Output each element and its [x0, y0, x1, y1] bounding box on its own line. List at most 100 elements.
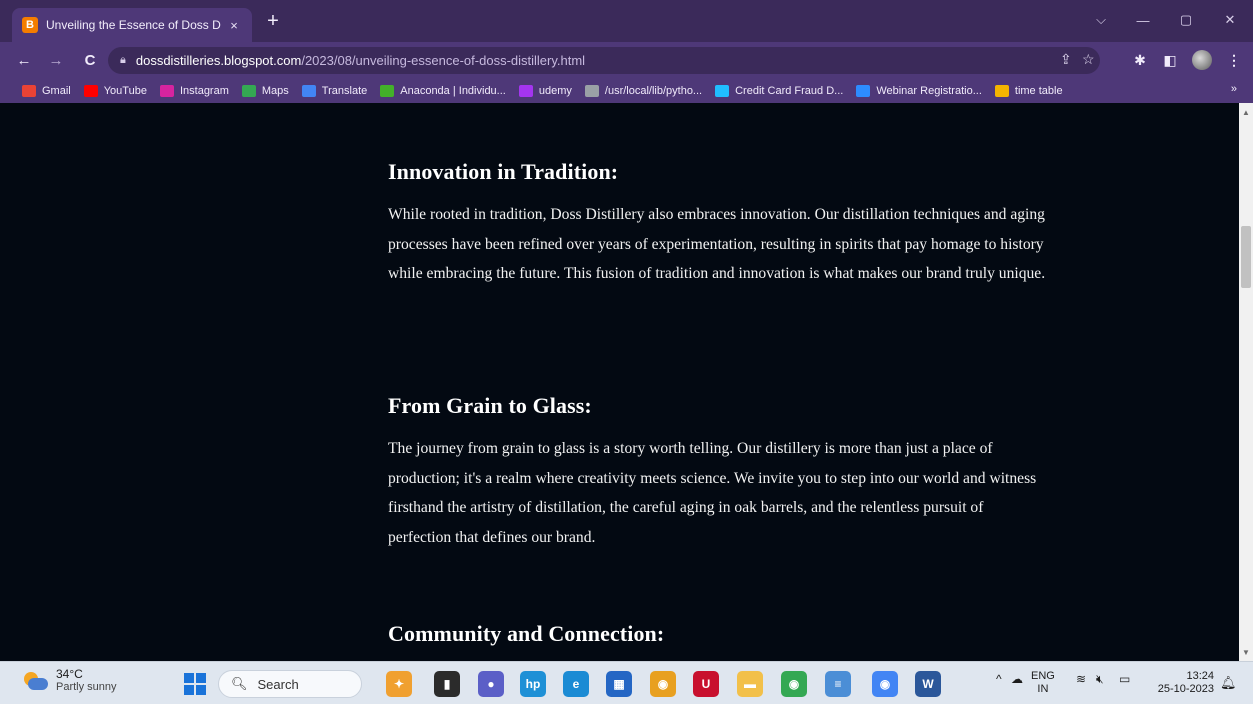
search-icon: 🔍︎ — [231, 676, 248, 691]
extensions-puzzle-icon[interactable]: ✱ — [1130, 50, 1150, 70]
bookmark-item[interactable]: Maps — [241, 84, 289, 97]
chrome-app-2-icon[interactable]: ◉ — [781, 671, 807, 697]
section-heading: Innovation in Tradition: — [388, 159, 619, 184]
bookmark-label: Instagram — [179, 84, 229, 97]
myhp-app-icon[interactable]: hp — [520, 671, 546, 697]
word-app-icon[interactable]: W — [915, 671, 941, 697]
section-heading: Community and Connection: — [388, 621, 665, 646]
bookmark-favicon-icon — [380, 84, 395, 97]
bookmark-favicon-icon — [715, 84, 730, 97]
task-view-icon[interactable]: ▮ — [434, 671, 460, 697]
input-language-indicator[interactable]: ENG IN — [1031, 670, 1055, 696]
scrollbar-thumb[interactable] — [1241, 226, 1251, 288]
bookmark-label: Anaconda | Individu... — [400, 84, 506, 97]
tab-search-dropdown-icon[interactable]: ⌵ — [1083, 8, 1119, 32]
forward-button[interactable]: → — [44, 48, 68, 72]
reload-button[interactable]: C — [78, 48, 102, 72]
article-section: Innovation in Tradition: While rooted in… — [388, 159, 1048, 289]
bookmark-item[interactable]: Anaconda | Individu... — [380, 84, 506, 97]
bookmark-favicon-icon — [159, 84, 174, 97]
wifi-icon[interactable]: ≋ — [1076, 672, 1086, 686]
notepad-app-icon[interactable]: ≡ — [825, 671, 851, 697]
store-app-icon[interactable]: ▦ — [606, 671, 632, 697]
bookmark-item[interactable]: Credit Card Fraud D... — [715, 84, 843, 97]
chrome-app-3-icon[interactable]: ◉ — [872, 671, 898, 697]
battery-icon[interactable]: ▭ — [1119, 672, 1130, 686]
bookmark-label: Webinar Registratio... — [876, 84, 982, 97]
bookmark-label: Maps — [261, 84, 289, 97]
partly-sunny-icon — [22, 670, 48, 692]
region-code: IN — [1037, 683, 1049, 695]
browser-toolbar: ← → C 🔒︎ dossdistilleries.blogspot.com/2… — [0, 42, 1253, 78]
bookmark-item[interactable]: Webinar Registratio... — [856, 84, 982, 97]
bookmark-favicon-icon — [83, 84, 98, 97]
bookmark-item[interactable]: Translate — [301, 84, 368, 97]
weather-widget[interactable]: 34°C Partly sunny — [22, 668, 117, 694]
article-section: Community and Connection: — [388, 621, 1048, 647]
widgets-app-icon[interactable]: ✦ — [386, 671, 412, 697]
edge-browser-icon[interactable]: e — [563, 671, 589, 697]
active-tab[interactable]: B Unveiling the Essence of Doss D × — [12, 8, 252, 42]
bookmark-label: /usr/local/lib/pytho... — [604, 84, 703, 97]
bookmark-favicon-icon — [241, 84, 256, 97]
bookmark-favicon-icon — [22, 84, 36, 97]
bookmark-label: udemy — [538, 84, 572, 97]
bookmark-label: YouTube — [103, 84, 147, 97]
weather-condition-text: Partly sunny — [56, 681, 117, 693]
clock-time: 13:24 — [1186, 670, 1214, 682]
blogger-favicon-icon: B — [22, 17, 38, 33]
minimize-button[interactable]: — — [1125, 8, 1161, 32]
tab-close-icon[interactable]: × — [226, 18, 242, 33]
bookmark-item[interactable]: Instagram — [159, 84, 229, 97]
restore-button[interactable]: ▢ — [1168, 8, 1204, 32]
bookmark-item[interactable]: time table — [994, 84, 1063, 97]
file-explorer-icon[interactable]: ▬ — [737, 671, 763, 697]
url-host: dossdistilleries.blogspot.com — [135, 53, 302, 68]
mcafee-app-icon[interactable]: U — [693, 671, 719, 697]
side-panel-icon[interactable]: ◧ — [1160, 50, 1180, 70]
address-bar[interactable]: 🔒︎ dossdistilleries.blogspot.com/2023/08… — [108, 47, 1100, 74]
system-clock[interactable]: 13:24 25-10-2023 — [1150, 670, 1214, 696]
clock-date: 25-10-2023 — [1157, 683, 1214, 695]
taskbar-search-box[interactable]: 🔍︎ Search — [218, 670, 362, 698]
close-window-button[interactable]: ✕ — [1212, 8, 1248, 32]
share-icon[interactable]: ⇪ — [1060, 51, 1072, 68]
chrome-app-1-icon[interactable]: ◉ — [650, 671, 676, 697]
bookmark-item[interactable]: /usr/local/lib/pytho... — [584, 84, 703, 97]
page-content: Innovation in Tradition: While rooted in… — [0, 103, 1239, 661]
chat-app-icon[interactable]: ● — [478, 671, 504, 697]
tab-title: Unveiling the Essence of Doss D — [46, 18, 221, 32]
bookmark-label: time table — [1014, 84, 1063, 97]
bookmark-item[interactable]: udemy — [518, 84, 572, 97]
new-tab-button[interactable]: + — [262, 10, 284, 32]
bookmark-favicon-icon — [856, 84, 871, 97]
page-scrollbar[interactable]: ▲ ▼ — [1239, 103, 1253, 661]
section-paragraph: The journey from grain to glass is a sto… — [388, 440, 1037, 546]
scroll-down-arrow-icon[interactable]: ▼ — [1239, 645, 1253, 659]
volume-muted-icon[interactable]: 🔇︎ — [1096, 672, 1104, 687]
bookmark-favicon-icon — [994, 84, 1009, 97]
temperature-text: 34°C — [56, 667, 83, 681]
bookmark-item[interactable]: YouTube — [83, 84, 147, 97]
bookmarks-overflow-chevron-icon[interactable]: » — [1231, 83, 1237, 95]
show-hidden-icons-chevron-icon[interactable]: ^ — [996, 672, 1002, 686]
bookmark-favicon-icon — [518, 84, 533, 97]
windows-taskbar: 34°C Partly sunny 🔍︎ Search ✦ ▮ ● hp e ▦ ◉ U ▬ ◉ ≡… — [0, 661, 1253, 704]
bookmarks-bar: Gmail YouTube Instagram Maps Translate Anacon… — [0, 78, 1253, 103]
lock-icon[interactable]: 🔒︎ — [120, 54, 126, 67]
bookmark-label: Translate — [321, 84, 368, 97]
section-paragraph: While rooted in tradition, Doss Distille… — [388, 206, 1046, 282]
scroll-up-arrow-icon[interactable]: ▲ — [1239, 105, 1253, 119]
bookmark-star-icon[interactable]: ☆ — [1082, 51, 1095, 68]
bookmark-item[interactable]: Gmail — [22, 84, 71, 97]
menu-kebab-icon[interactable]: ⋮ — [1224, 50, 1244, 70]
onedrive-cloud-icon[interactable]: ☁ — [1011, 672, 1023, 686]
section-heading: From Grain to Glass: — [388, 393, 592, 418]
notification-bell-icon[interactable]: 🔔︎ — [1220, 675, 1237, 691]
windows-start-icon[interactable] — [184, 673, 206, 695]
bookmark-favicon-icon — [301, 84, 316, 97]
search-placeholder: Search — [257, 676, 299, 692]
back-button[interactable]: ← — [12, 48, 36, 72]
profile-avatar[interactable] — [1192, 50, 1212, 70]
url-path: /2023/08/unveiling-essence-of-doss-disti… — [301, 53, 586, 68]
